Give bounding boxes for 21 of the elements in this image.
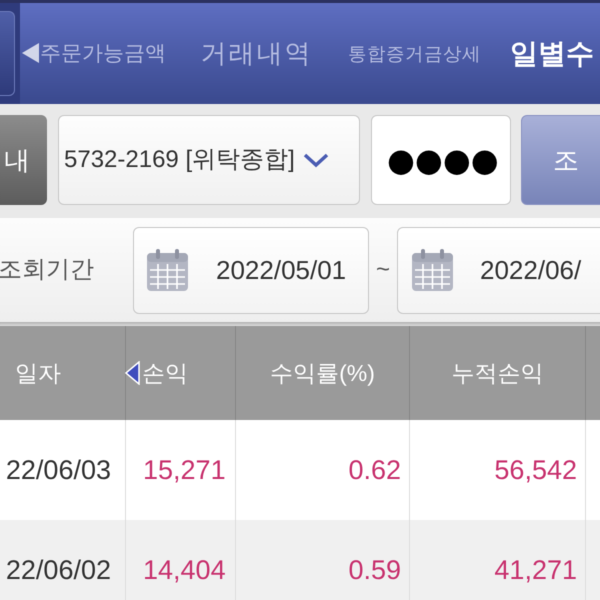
- top-tab[interactable]: 일별수: [494, 3, 600, 104]
- calendar-icon: [411, 248, 454, 292]
- password-field[interactable]: ●●●●: [371, 115, 511, 205]
- table-cell: 22/06/02: [0, 520, 126, 600]
- table-cell: 41,271: [410, 520, 586, 600]
- top-tab[interactable]: 거래내역: [178, 3, 335, 104]
- scroll-left-arrow-icon[interactable]: [22, 43, 39, 63]
- top-tab[interactable]: 통합증거금상세: [335, 3, 494, 104]
- side-panel-button[interactable]: [0, 11, 15, 96]
- calendar-icon: [146, 248, 189, 292]
- chevron-down-icon: [302, 152, 329, 168]
- period-label: 조회기간: [0, 255, 95, 285]
- table-cell: 14,404: [126, 520, 236, 600]
- start-date-field[interactable]: 2022/05/01: [133, 226, 369, 314]
- scroll-left-arrow-icon[interactable]: [125, 361, 140, 385]
- table-cell: 0.59: [236, 520, 410, 600]
- end-date-field[interactable]: 2022/06/: [397, 226, 600, 314]
- guide-button[interactable]: 내: [0, 115, 47, 205]
- top-tab[interactable]: 주문가능금액: [28, 3, 178, 104]
- date-range-separator: ~: [374, 255, 391, 285]
- account-select[interactable]: 5732-2169 [위탁종합]: [58, 115, 360, 205]
